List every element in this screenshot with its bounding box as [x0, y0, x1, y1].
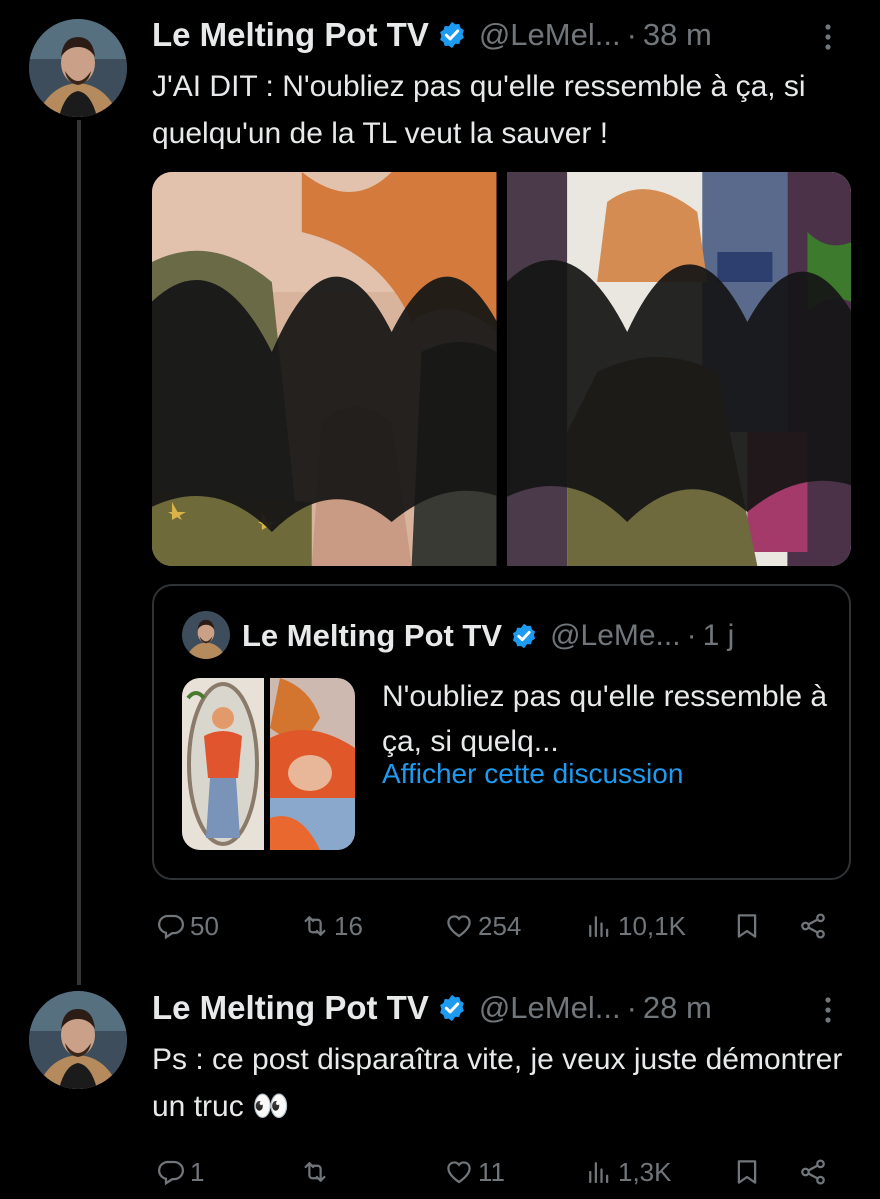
bookmark-icon: [737, 1160, 757, 1184]
quoted-media-image[interactable]: [182, 678, 264, 850]
tweet-text: Ps : ce post disparaîtra vite, je veux j…: [152, 1043, 843, 1123]
avatar[interactable]: [29, 991, 127, 1089]
heart-icon: [447, 915, 471, 938]
media-image[interactable]: [506, 172, 851, 566]
media-grid[interactable]: [152, 172, 851, 566]
tweet-actions: 50 16 254 10,1K: [152, 904, 852, 948]
separator-dot: ·: [626, 990, 637, 1025]
like-button[interactable]: 254: [444, 904, 521, 948]
quoted-author-handle[interactable]: @LeMe...: [550, 619, 681, 653]
verified-badge-icon: [439, 994, 464, 1022]
show-thread-link[interactable]: Afficher cette discussion: [382, 758, 683, 790]
retweet-button[interactable]: [300, 1150, 334, 1194]
share-button[interactable]: [798, 1150, 832, 1194]
tweet-header: Le Melting Pot TV @LeMel... · 28 m: [152, 986, 712, 1030]
reply-button[interactable]: 50: [156, 904, 219, 948]
quoted-media-image[interactable]: [270, 678, 355, 850]
bookmark-button[interactable]: [732, 1150, 766, 1194]
media-image[interactable]: [152, 172, 497, 566]
reply-count: 50: [190, 910, 219, 941]
avatar[interactable]: [29, 19, 127, 117]
share-icon: [801, 913, 825, 939]
author-handle[interactable]: @LeMel...: [479, 17, 621, 53]
separator-dot: ·: [626, 17, 637, 52]
heart-icon: [447, 1161, 471, 1184]
quoted-tweet-text: N'oubliez pas qu'elle ressemble à ça, si…: [382, 680, 828, 758]
quoted-media[interactable]: [182, 678, 355, 850]
tweet-actions: 1 11 1,3K: [152, 1150, 852, 1194]
tweet-header: Le Melting Pot TV @LeMel... · 38 m: [152, 13, 712, 57]
author-name[interactable]: Le Melting Pot TV: [152, 16, 429, 54]
reply-icon: [157, 1160, 185, 1186]
quoted-author-name[interactable]: Le Melting Pot TV: [242, 618, 502, 654]
more-vertical-icon[interactable]: [815, 990, 841, 1030]
timestamp[interactable]: 28 m: [643, 990, 712, 1026]
reply-count: 1: [190, 1156, 205, 1187]
retweet-button[interactable]: 16: [300, 904, 363, 948]
quoted-avatar[interactable]: [182, 611, 230, 659]
like-count: 254: [478, 910, 522, 941]
retweet-icon: [304, 1162, 326, 1182]
quoted-tweet-card[interactable]: Le Melting Pot TV @LeMe... · 1 j N'oubli…: [152, 584, 851, 880]
share-icon: [801, 1159, 825, 1185]
quoted-tweet-header: Le Melting Pot TV @LeMe... · 1 j: [242, 614, 734, 658]
retweet-count: 16: [334, 910, 363, 941]
verified-badge-icon: [439, 21, 464, 49]
views-button[interactable]: 1,3K: [584, 1150, 672, 1194]
author-name[interactable]: Le Melting Pot TV: [152, 989, 429, 1027]
separator-dot: ·: [686, 619, 697, 652]
views-button[interactable]: 10,1K: [584, 904, 686, 948]
views-icon: [589, 1162, 609, 1184]
like-button[interactable]: 11: [444, 1150, 505, 1194]
more-vertical-icon[interactable]: [815, 17, 841, 57]
share-button[interactable]: [798, 904, 832, 948]
tweet-text: J'AI DIT : N'oubliez pas qu'elle ressemb…: [152, 70, 806, 150]
timestamp[interactable]: 38 m: [643, 17, 712, 53]
quoted-timestamp[interactable]: 1 j: [703, 619, 735, 653]
views-icon: [589, 916, 609, 938]
bookmark-icon: [737, 914, 757, 938]
views-count: 10,1K: [618, 910, 686, 941]
bookmark-button[interactable]: [732, 904, 766, 948]
reply-icon: [157, 914, 185, 940]
reply-button[interactable]: 1: [156, 1150, 204, 1194]
retweet-icon: [304, 916, 326, 936]
verified-badge-icon: [512, 623, 536, 649]
thread-line: [77, 120, 81, 985]
views-count: 1,3K: [618, 1156, 672, 1187]
like-count: 11: [478, 1156, 505, 1187]
author-handle[interactable]: @LeMel...: [479, 990, 621, 1026]
